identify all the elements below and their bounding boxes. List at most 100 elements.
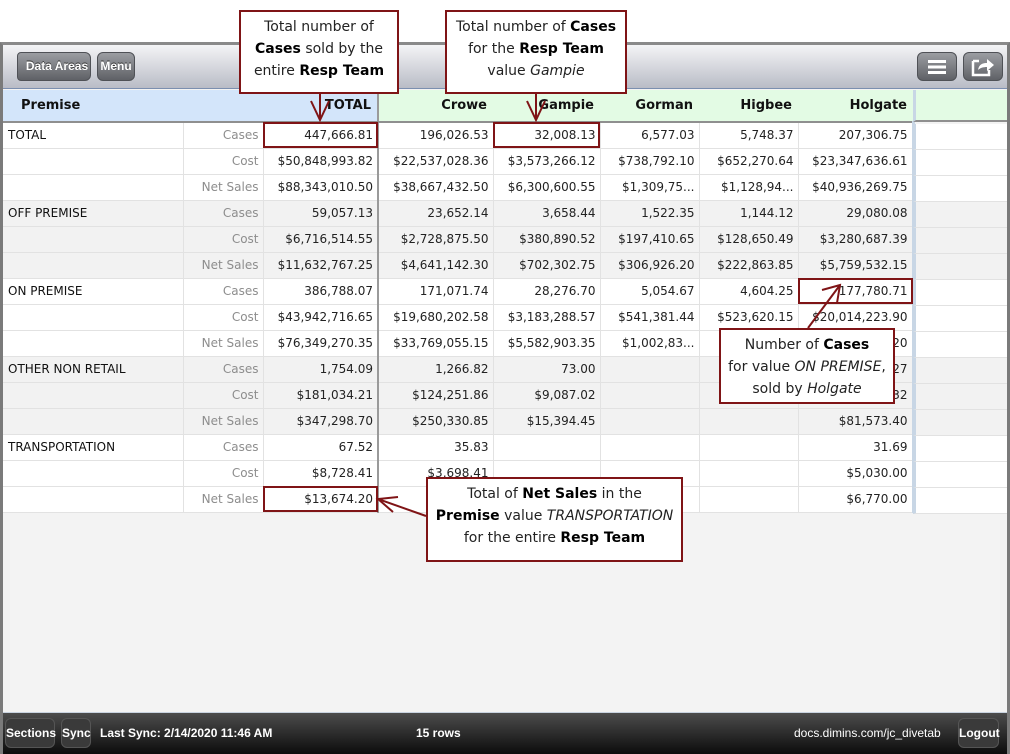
measure-label[interactable]: Net Sales <box>183 408 264 435</box>
team-value-cell[interactable]: $33,769,055.15 <box>378 330 494 357</box>
table-row[interactable]: OFF PREMISE Cases 59,057.13 23,652.14 3,658.… <box>3 200 915 227</box>
measure-label[interactable]: Cases <box>183 278 264 305</box>
total-value-cell[interactable]: 386,788.07 <box>263 278 379 305</box>
team-value-cell[interactable]: $1,128,94... <box>699 174 799 201</box>
team-value-cell[interactable]: $23,347,636.61 <box>798 148 915 175</box>
team-value-cell[interactable]: $702,302.75 <box>493 252 601 279</box>
team-value-cell[interactable]: $197,410.65 <box>600 226 700 253</box>
team-value-cell[interactable]: $5,759,532.15 <box>798 252 915 279</box>
team-value-cell[interactable]: $222,863.85 <box>699 252 799 279</box>
team-value-cell[interactable] <box>699 486 799 513</box>
total-value-cell[interactable]: 1,754.09 <box>263 356 379 383</box>
total-value-cell[interactable]: 447,666.81 <box>263 122 379 149</box>
total-column-header[interactable]: TOTAL <box>263 90 379 123</box>
team-value-cell[interactable] <box>699 408 799 435</box>
total-value-cell[interactable]: $347,298.70 <box>263 408 379 435</box>
team-value-cell[interactable]: $5,582,903.35 <box>493 330 601 357</box>
team-value-cell[interactable]: 1,522.35 <box>600 200 700 227</box>
logout-button[interactable]: Logout <box>958 718 1000 748</box>
team-value-cell[interactable]: $3,183,288.57 <box>493 304 601 331</box>
team-value-cell[interactable]: $5,030.00 <box>798 460 915 487</box>
measure-label[interactable]: Cases <box>183 434 264 461</box>
table-row[interactable]: TRANSPORTATION Cases 67.52 35.83 31.69 <box>3 434 915 461</box>
measure-label[interactable]: Cases <box>183 122 264 149</box>
team-value-cell[interactable]: 177,780.71 <box>798 278 915 305</box>
team-value-cell[interactable]: 3,658.44 <box>493 200 601 227</box>
premise-cell[interactable]: TOTAL <box>3 122 184 149</box>
team-value-cell[interactable]: 5,054.67 <box>600 278 700 305</box>
team-value-cell[interactable]: $9,087.02 <box>493 382 601 409</box>
total-value-cell[interactable]: $6,716,514.55 <box>263 226 379 253</box>
team-value-cell[interactable]: $124,251.86 <box>378 382 494 409</box>
premise-cell[interactable] <box>3 460 184 487</box>
total-value-cell[interactable]: $88,343,010.50 <box>263 174 379 201</box>
team-value-cell[interactable]: $81,573.40 <box>798 408 915 435</box>
team-column-header[interactable]: Crowe <box>378 90 493 123</box>
team-value-cell[interactable]: $523,620.15 <box>699 304 799 331</box>
team-value-cell[interactable]: 1,144.12 <box>699 200 799 227</box>
team-value-cell[interactable]: $128,650.49 <box>699 226 799 253</box>
measure-label[interactable]: Net Sales <box>183 486 264 513</box>
team-value-cell[interactable] <box>699 460 799 487</box>
total-value-cell[interactable]: $50,848,993.82 <box>263 148 379 175</box>
team-value-cell[interactable]: 73.00 <box>493 356 601 383</box>
premise-cell[interactable]: TRANSPORTATION <box>3 434 184 461</box>
team-column-header[interactable]: Gampie <box>493 90 600 123</box>
measure-label[interactable]: Cost <box>183 148 264 175</box>
sections-button[interactable]: Sections <box>5 718 56 748</box>
menu-button[interactable]: Menu <box>97 52 135 81</box>
team-value-cell[interactable]: 23,652.14 <box>378 200 494 227</box>
team-value-cell[interactable]: 6,577.03 <box>600 122 700 149</box>
team-value-cell[interactable]: $3,280,687.39 <box>798 226 915 253</box>
sync-button[interactable]: Sync <box>61 718 91 748</box>
measure-label[interactable]: Net Sales <box>183 174 264 201</box>
team-value-cell[interactable]: $1,002,83... <box>600 330 700 357</box>
team-value-cell[interactable]: 4,604.25 <box>699 278 799 305</box>
team-value-cell[interactable]: $3,573,266.12 <box>493 148 601 175</box>
premise-cell[interactable] <box>3 408 184 435</box>
premise-cell[interactable] <box>3 226 184 253</box>
team-value-cell[interactable] <box>493 434 601 461</box>
team-value-cell[interactable]: $541,381.44 <box>600 304 700 331</box>
measure-label[interactable]: Net Sales <box>183 252 264 279</box>
premise-cell[interactable]: ON PREMISE <box>3 278 184 305</box>
measure-label[interactable]: Cost <box>183 304 264 331</box>
share-button[interactable] <box>963 52 1003 81</box>
total-value-cell[interactable]: 67.52 <box>263 434 379 461</box>
team-column-header[interactable]: Holgate <box>798 90 913 123</box>
team-value-cell[interactable]: $22,537,028.36 <box>378 148 494 175</box>
total-value-cell[interactable]: $11,632,767.25 <box>263 252 379 279</box>
team-column-header[interactable]: Gorman <box>600 90 699 123</box>
team-value-cell[interactable]: 5,748.37 <box>699 122 799 149</box>
team-value-cell[interactable]: 207,306.75 <box>798 122 915 149</box>
total-value-cell[interactable]: $43,942,716.65 <box>263 304 379 331</box>
team-value-cell[interactable]: $380,890.52 <box>493 226 601 253</box>
team-value-cell[interactable]: 35.83 <box>378 434 494 461</box>
team-value-cell[interactable]: $6,770.00 <box>798 486 915 513</box>
team-value-cell[interactable]: $4,641,142.30 <box>378 252 494 279</box>
table-row[interactable]: Net Sales $347,298.70 $250,330.85 $15,394.4… <box>3 408 915 435</box>
team-value-cell[interactable]: 31.69 <box>798 434 915 461</box>
team-value-cell[interactable]: $2,728,875.50 <box>378 226 494 253</box>
premise-cell[interactable]: OTHER NON RETAIL <box>3 356 184 383</box>
team-value-cell[interactable]: 29,080.08 <box>798 200 915 227</box>
team-value-cell[interactable]: $1,309,75... <box>600 174 700 201</box>
team-value-cell[interactable]: 28,276.70 <box>493 278 601 305</box>
premise-cell[interactable] <box>3 252 184 279</box>
team-value-cell[interactable]: 171,071.74 <box>378 278 494 305</box>
premise-cell[interactable]: OFF PREMISE <box>3 200 184 227</box>
premise-cell[interactable] <box>3 330 184 357</box>
team-value-cell[interactable]: 196,026.53 <box>378 122 494 149</box>
measure-label[interactable]: Net Sales <box>183 330 264 357</box>
team-value-cell[interactable]: 32,008.13 <box>493 122 601 149</box>
premise-cell[interactable] <box>3 148 184 175</box>
team-value-cell[interactable]: $20,014,223.90 <box>798 304 915 331</box>
team-value-cell[interactable]: 1,266.82 <box>378 356 494 383</box>
table-row[interactable]: Net Sales $11,632,767.25 $4,641,142.30 $702… <box>3 252 915 279</box>
team-value-cell[interactable] <box>600 382 700 409</box>
team-value-cell[interactable]: $306,926.20 <box>600 252 700 279</box>
team-value-cell[interactable]: $738,792.10 <box>600 148 700 175</box>
table-row[interactable]: TOTAL Cases 447,666.81 196,026.53 32,008.13 6… <box>3 122 915 149</box>
measure-label[interactable]: Cases <box>183 200 264 227</box>
team-value-cell[interactable]: $38,667,432.50 <box>378 174 494 201</box>
